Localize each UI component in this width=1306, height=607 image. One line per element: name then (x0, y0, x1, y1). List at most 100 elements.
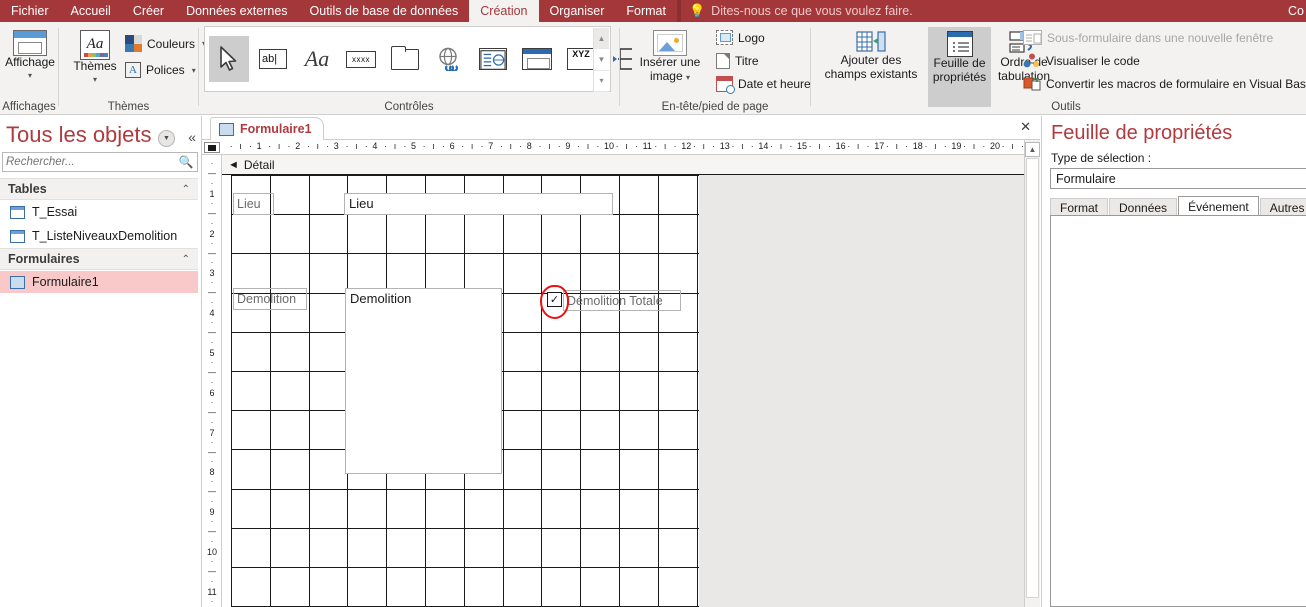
add-existing-fields-button[interactable]: Ajouter des champs existants (823, 30, 919, 82)
scrollbar-track[interactable] (1026, 158, 1039, 598)
navigation-control-tool-button[interactable] (473, 36, 513, 82)
tell-me-box[interactable]: 💡 Dites-nous ce que vous voulez faire. (681, 0, 921, 22)
lieu-label[interactable]: Lieu (233, 193, 274, 215)
search-icon[interactable]: 🔍 (175, 155, 197, 169)
nav-item-formulaire1[interactable]: Formulaire1 (0, 271, 198, 293)
ruler-subtick: · (634, 141, 638, 151)
gallery-scroll-up-button[interactable]: ▲ (594, 28, 609, 50)
nav-group-tables[interactable]: Tables ⌃ (0, 178, 198, 200)
property-sheet-body[interactable] (1050, 215, 1306, 607)
navigation-search-box[interactable]: 🔍 (2, 152, 198, 172)
ruler-subtick: — (208, 168, 216, 178)
date-time-button[interactable]: Date et heure (716, 76, 811, 94)
ruler-subtick: ı (779, 141, 783, 151)
tab-organiser[interactable]: Organiser (539, 0, 616, 22)
tab-donnees[interactable]: Données (1109, 198, 1178, 216)
chevron-up-icon[interactable]: ⌃ (182, 184, 198, 195)
view-button[interactable]: Affichage ▾ (5, 30, 55, 80)
tab-control-tool-button[interactable] (385, 36, 425, 82)
tab-outils-base-de-donnees[interactable]: Outils de base de données (299, 0, 470, 22)
scroll-up-button[interactable]: ▲ (1025, 142, 1040, 157)
nav-item-t-listeniveauxdemolition[interactable]: T_ListeNiveauxDemolition (0, 225, 198, 247)
ruler-subtick: · (210, 477, 214, 487)
nav-group-formulaires[interactable]: Formulaires ⌃ (0, 248, 198, 270)
ruler-subtick: · (210, 497, 214, 507)
nav-group-formulaires-label: Formulaires (8, 252, 80, 266)
logo-button[interactable]: Logo (716, 30, 765, 45)
search-input[interactable] (3, 156, 175, 168)
subform-window-icon (1023, 30, 1042, 45)
navigation-pane-collapse-button[interactable]: « (188, 129, 196, 145)
lightbulb-icon: 💡 (688, 3, 706, 18)
lieu-textbox[interactable]: Lieu (344, 193, 613, 215)
ruler-subtick: ı (548, 141, 551, 151)
tab-creer[interactable]: Créer (122, 0, 175, 22)
gallery-scroll-down-button[interactable]: ▼ (594, 49, 609, 71)
gallery-expand-button[interactable]: ▾ (594, 70, 609, 92)
property-sheet-tabs: Format Données Événement Autres T (1050, 196, 1306, 216)
ruler-subtick: ı (741, 141, 744, 151)
document-area: Formulaire1 ✕ 1 · ı · 2 · ı · 3 · ı · 4 · ı · 5 · ı · 6 · ı · 7 ·… (202, 116, 1063, 607)
selection-type-combobox[interactable]: Formulaire (1050, 168, 1306, 189)
group-label-affichages: Affichages (2, 101, 56, 113)
ruler-tick-label: 7 (209, 427, 215, 438)
close-icon[interactable]: ✕ (1020, 119, 1031, 135)
ruler-subtick: ı (586, 141, 590, 151)
view-code-button[interactable]: Visualiser le code (1023, 53, 1140, 69)
ruler-tick-label: 19 (951, 141, 962, 151)
subform-tool-button[interactable] (517, 36, 557, 82)
tab-autres[interactable]: Autres (1259, 198, 1306, 216)
demolition-totale-checkbox[interactable]: ✓ (547, 292, 562, 307)
ruler-subtick: · (963, 141, 967, 151)
tab-format[interactable]: Format (1050, 198, 1109, 216)
ruler-subtick: · (770, 141, 774, 151)
controls-gallery-scrollbar[interactable]: ▲ ▼ ▾ (593, 28, 609, 92)
table-icon (10, 205, 25, 219)
ruler-subtick: · (982, 141, 986, 151)
form-selector-box[interactable] (204, 142, 220, 153)
ruler-subtick: ı (277, 141, 281, 151)
ruler-subtick: · (615, 141, 619, 151)
themes-button[interactable]: Aa Thèmes ▾ (69, 30, 121, 84)
form-design-canvas[interactable]: Lieu Lieu Demolition Demolition ✓ Démoli… (222, 175, 1024, 607)
demolition-totale-label[interactable]: Démolition Totale (563, 290, 681, 311)
ruler-subtick: ı (355, 141, 358, 151)
form-section-header-detail[interactable]: ◄ Détail (222, 155, 1024, 175)
ruler-subtick: ı (972, 141, 976, 151)
ruler-subtick: ı (432, 141, 435, 151)
chevron-up-icon[interactable]: ⌃ (182, 254, 198, 265)
tab-evenement[interactable]: Événement (1178, 196, 1259, 216)
document-vertical-scrollbar[interactable]: ▲ (1024, 140, 1040, 607)
colors-button[interactable]: Couleurs ▾ (125, 35, 206, 52)
ruler-tick-label: 9 (565, 141, 571, 151)
tab-creation[interactable]: Création (469, 0, 539, 22)
insert-image-button[interactable]: Insérer une image ▾ (634, 30, 706, 84)
label-tool-button[interactable]: Aa (297, 36, 337, 82)
textbox-tool-button[interactable]: ab| (253, 36, 293, 82)
ruler-subtick: ı (856, 141, 860, 151)
grid-line (580, 175, 581, 607)
tab-fichier[interactable]: Fichier (0, 0, 60, 22)
button-tool-button[interactable]: xxxx (341, 36, 381, 82)
convert-macros-button[interactable]: Convertir les macros de formulaire en Vi… (1023, 76, 1306, 92)
select-tool-button[interactable] (209, 36, 249, 82)
fonts-button[interactable]: A Polices ▾ (125, 62, 196, 78)
demolition-textbox[interactable]: Demolition (345, 288, 502, 474)
property-sheet-button[interactable]: Feuille de propriétés (928, 27, 991, 107)
navigation-pane-dropdown-button[interactable]: ▼ (158, 130, 175, 147)
nav-item-t-essai[interactable]: T_Essai (0, 201, 198, 223)
ruler-subtick: — (208, 566, 216, 576)
date-time-icon (716, 76, 735, 94)
ruler-tick-label: 15 (797, 141, 808, 151)
tab-format[interactable]: Format (615, 0, 677, 22)
tab-donnees-externes[interactable]: Données externes (175, 0, 298, 22)
ruler-subtick: · (924, 141, 928, 151)
ruler-subtick: — (208, 367, 216, 377)
hyperlink-tool-button[interactable] (429, 36, 469, 82)
demolition-label[interactable]: Demolition (233, 288, 307, 310)
title-button[interactable]: Titre (716, 53, 759, 69)
ruler-subtick: · (827, 141, 831, 151)
tab-accueil[interactable]: Accueil (60, 0, 122, 22)
document-tab-formulaire1[interactable]: Formulaire1 (210, 117, 324, 140)
grid-line (503, 175, 504, 607)
